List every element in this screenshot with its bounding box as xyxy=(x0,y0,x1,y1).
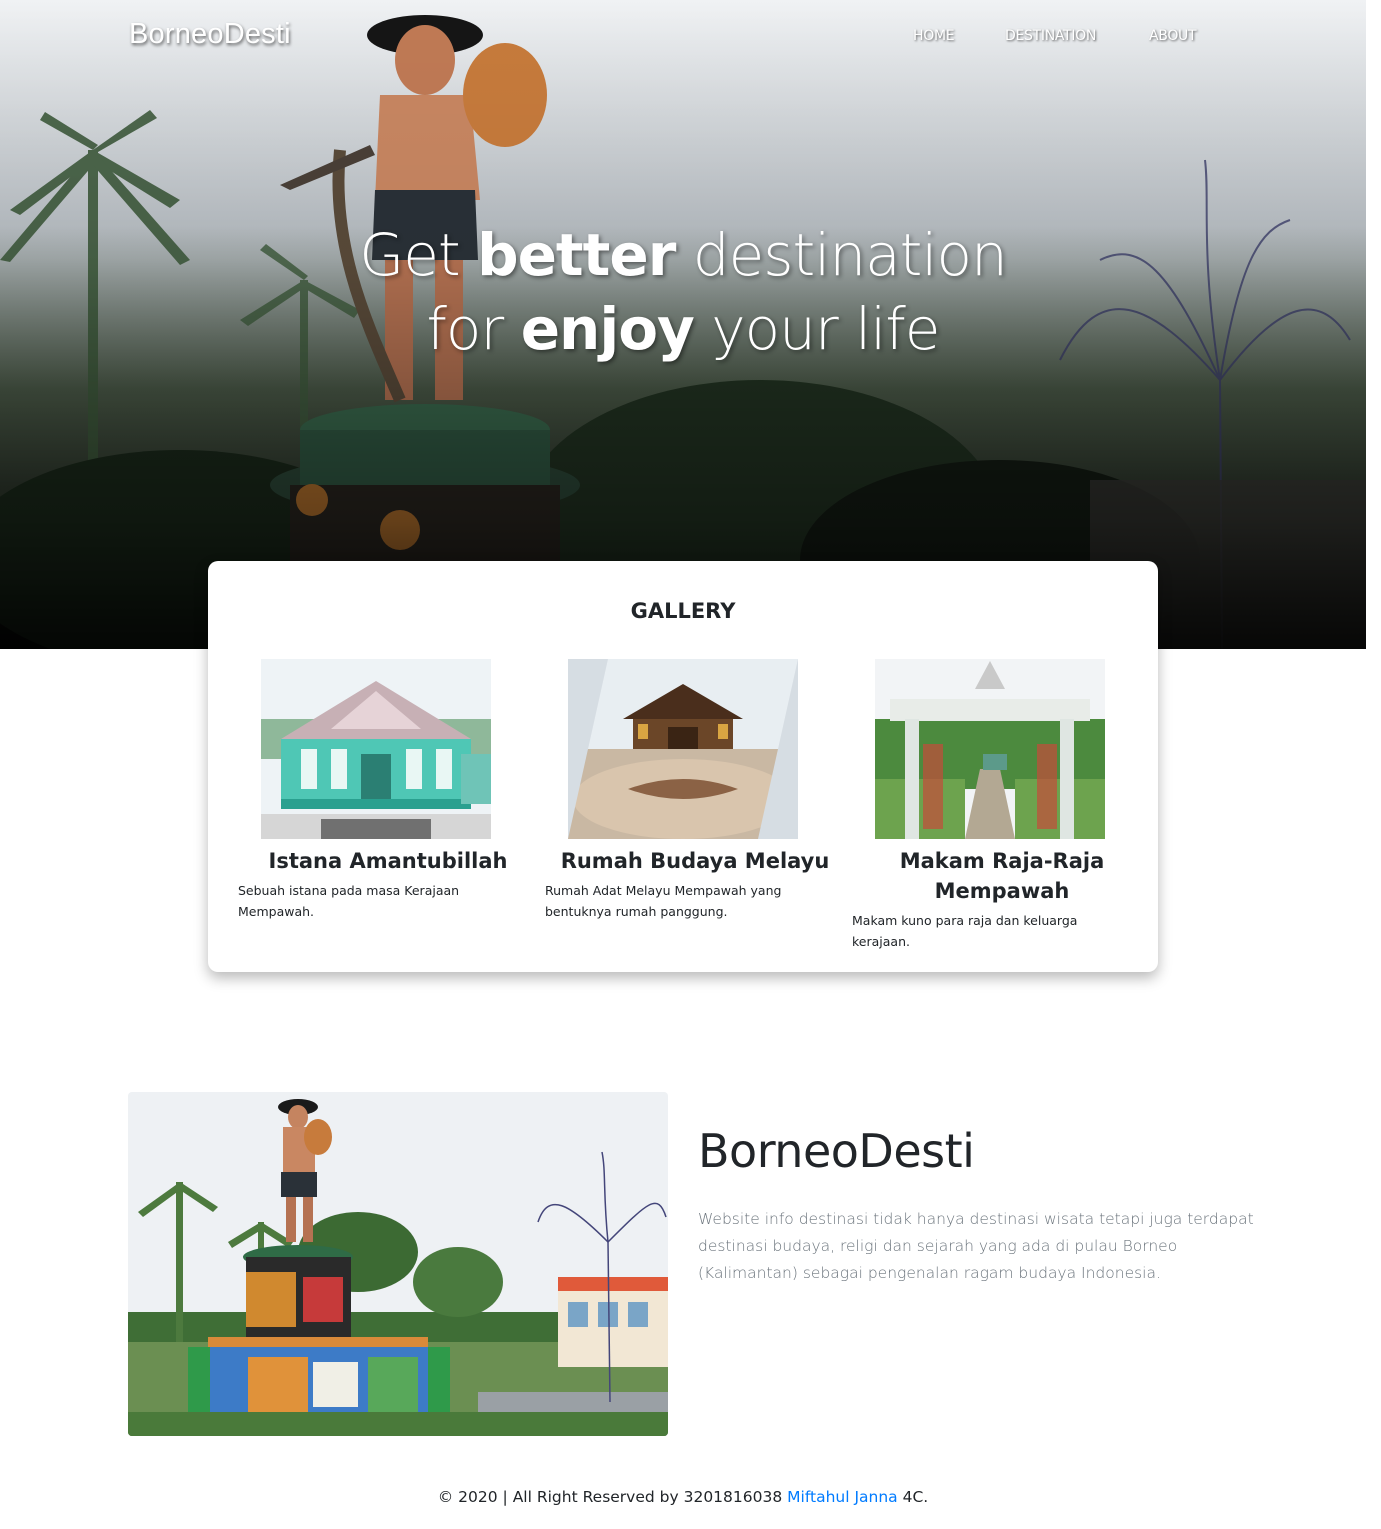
gallery-item-name: Rumah Budaya Melayu xyxy=(560,849,830,873)
nav-about[interactable]: ABOUT xyxy=(1149,28,1197,44)
gallery-image-istana[interactable] xyxy=(261,659,491,839)
footer-author-link[interactable]: Miftahul Janna xyxy=(787,1488,898,1506)
hero-line-2: for enjoy your life xyxy=(426,295,941,363)
gallery-image-makam[interactable] xyxy=(875,659,1105,839)
gallery-item: Rumah Budaya Melayu Rumah Adat Melayu Me… xyxy=(538,659,838,922)
hero-headline: Get better destination for enjoy your li… xyxy=(0,218,1366,366)
footer-class: 4C. xyxy=(897,1488,929,1506)
gallery-item-name: Istana Amantubillah xyxy=(268,849,508,873)
gallery-card: GALLERY Istana Amantubillah Sebuah istan… xyxy=(208,561,1158,972)
gallery-item: Istana Amantubillah Sebuah istana pada m… xyxy=(231,659,531,922)
footer: © 2020 | All Right Reserved by 320181603… xyxy=(0,1488,1366,1506)
main-nav: HOME DESTINATION ABOUT xyxy=(0,28,1366,52)
gallery-item-description: Sebuah istana pada masa Kerajaan Mempawa… xyxy=(238,883,460,919)
gallery-item-description: Rumah Adat Melayu Mempawah yang bentukny… xyxy=(545,883,782,919)
gallery-title: GALLERY xyxy=(630,599,736,623)
about-title: BorneoDesti xyxy=(698,1124,975,1178)
about-image xyxy=(128,1092,668,1436)
hero-section: BorneoDesti HOME DESTINATION ABOUT Get b… xyxy=(0,0,1366,649)
hero-line-1: Get better destination xyxy=(359,221,1007,289)
gallery-item-name: Makam Raja-Raja Mempawah xyxy=(899,849,1105,903)
nav-home[interactable]: HOME xyxy=(913,28,955,44)
gallery-item-description: Makam kuno para raja dan keluarga keraja… xyxy=(852,913,1078,949)
about-description: Website info destinasi tidak hanya desti… xyxy=(698,1210,1254,1282)
nav-destination[interactable]: DESTINATION xyxy=(1005,28,1096,44)
gallery-item: Makam Raja-Raja Mempawah Makam kuno para… xyxy=(845,659,1145,952)
footer-copyright: © 2020 | All Right Reserved by 320181603… xyxy=(437,1488,788,1506)
gallery-image-rumah-budaya[interactable] xyxy=(568,659,798,839)
